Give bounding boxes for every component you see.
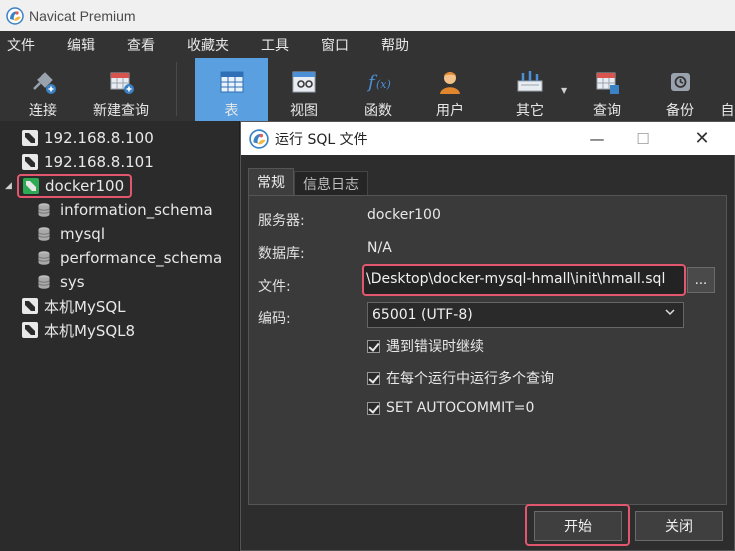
tree-connection-local-mysql[interactable]: 本机MySQL — [22, 294, 126, 318]
tree-database-performance-schema[interactable]: performance_schema — [38, 246, 222, 270]
connection-tree: 192.168.8.100 192.168.8.101 ◢ docker100 … — [0, 121, 240, 551]
encoding-label: 编码: — [258, 311, 291, 327]
mysql-connected-icon — [23, 178, 39, 194]
mysql-connection-icon — [22, 154, 38, 170]
other-dropdown-arrow-icon[interactable]: ▼ — [561, 86, 567, 95]
multiple-queries-checkbox[interactable]: 在每个运行中运行多个查询 — [367, 368, 554, 388]
tree-connection-local-mysql8[interactable]: 本机MySQL8 — [22, 318, 135, 342]
docker100-highlight: docker100 — [17, 174, 133, 198]
navicat-logo-icon — [6, 6, 24, 25]
checkbox-checked-icon — [367, 371, 380, 385]
tree-database-sys[interactable]: sys — [38, 270, 85, 294]
menu-view[interactable]: 查看 — [127, 35, 155, 55]
navicat-logo-icon — [249, 128, 269, 149]
close-icon[interactable]: ✕ — [679, 122, 725, 155]
continue-on-error-checkbox[interactable]: 遇到错误时继续 — [367, 336, 484, 356]
new-query-icon — [106, 67, 136, 97]
table-icon — [217, 67, 247, 97]
toolbar-separator — [176, 62, 177, 116]
plug-icon — [28, 67, 58, 97]
mysql-connection-icon — [22, 322, 38, 338]
backup-button[interactable]: 备份 — [651, 58, 709, 121]
close-button[interactable]: 关闭 — [635, 511, 723, 541]
database-value: N/A — [367, 240, 392, 256]
checkbox-checked-icon — [367, 401, 380, 415]
query-button[interactable]: 查询 — [578, 58, 636, 121]
menu-file[interactable]: 文件 — [7, 35, 35, 55]
connect-button[interactable]: 连接 — [18, 58, 68, 121]
new-query-button[interactable]: 新建查询 — [86, 58, 156, 121]
other-button[interactable]: 其它 — [499, 58, 561, 121]
run-sql-file-dialog: 运行 SQL 文件 — ☐ ✕ 常规 信息日志 服务器: docker100 数… — [240, 121, 735, 551]
tree-database-mysql[interactable]: mysql — [38, 222, 105, 246]
table-button[interactable]: 表 — [195, 58, 268, 121]
general-tab-panel: 服务器: docker100 数据库: N/A 文件: \Desktop\doc… — [248, 195, 727, 505]
query-icon — [592, 67, 622, 97]
main-toolbar: 连接 新建查询 表 视图 f (x) 函数 用户 其它 ▼ 查询 备份 自 — [0, 58, 735, 121]
database-icon — [38, 251, 50, 265]
tab-general[interactable]: 常规 — [248, 168, 294, 195]
menu-tools[interactable]: 工具 — [261, 35, 289, 55]
file-label: 文件: — [258, 279, 291, 295]
dialog-titlebar: 运行 SQL 文件 — ☐ ✕ — [241, 122, 735, 155]
maximize-icon[interactable]: ☐ — [620, 122, 666, 155]
expanded-triangle-icon[interactable]: ◢ — [5, 181, 13, 191]
menu-window[interactable]: 窗口 — [321, 35, 349, 55]
user-icon — [435, 67, 465, 97]
automation-button[interactable]: 自 — [720, 58, 735, 121]
database-icon — [38, 203, 50, 217]
menu-bar: 文件 编辑 查看 收藏夹 工具 窗口 帮助 — [0, 31, 735, 58]
minimize-icon[interactable]: — — [574, 122, 620, 155]
file-path-input[interactable]: \Desktop\docker-mysql-hmall\init\hmall.s… — [362, 264, 686, 296]
dialog-tabs: 常规 信息日志 — [248, 168, 368, 195]
tab-message-log[interactable]: 信息日志 — [294, 171, 368, 195]
tree-connection-192-168-8-101[interactable]: 192.168.8.101 — [22, 150, 154, 174]
mysql-connection-icon — [22, 130, 38, 146]
app-titlebar: Navicat Premium — [0, 0, 735, 31]
function-button[interactable]: f (x) 函数 — [349, 58, 407, 121]
start-button[interactable]: 开始 — [534, 511, 622, 541]
menu-edit[interactable]: 编辑 — [67, 35, 95, 55]
dialog-title: 运行 SQL 文件 — [275, 131, 368, 148]
checkbox-checked-icon — [367, 339, 380, 353]
browse-file-button[interactable]: ... — [687, 267, 715, 293]
mysql-connection-icon — [22, 298, 38, 314]
backup-icon — [665, 67, 695, 97]
server-label: 服务器: — [258, 213, 305, 229]
svg-text:(x): (x) — [376, 78, 391, 91]
autocommit-checkbox[interactable]: SET AUTOCOMMIT=0 — [367, 400, 534, 416]
menu-help[interactable]: 帮助 — [381, 35, 409, 55]
view-icon — [289, 67, 319, 97]
database-icon — [38, 275, 50, 289]
menu-favorites[interactable]: 收藏夹 — [187, 35, 229, 55]
other-tools-icon — [515, 67, 545, 97]
database-label: 数据库: — [258, 246, 305, 262]
tree-database-information-schema[interactable]: information_schema — [38, 198, 213, 222]
tree-connection-192-168-8-100[interactable]: 192.168.8.100 — [22, 126, 154, 150]
app-title: Navicat Premium — [29, 7, 136, 24]
server-value: docker100 — [367, 207, 441, 223]
encoding-select[interactable]: 65001 (UTF-8) — [367, 302, 684, 328]
user-button[interactable]: 用户 — [421, 58, 479, 121]
chevron-down-icon — [665, 309, 675, 316]
tree-connection-docker100[interactable]: ◢ docker100 — [5, 174, 133, 198]
view-button[interactable]: 视图 — [275, 58, 333, 121]
database-icon — [38, 227, 50, 241]
function-icon: f (x) — [363, 67, 393, 97]
